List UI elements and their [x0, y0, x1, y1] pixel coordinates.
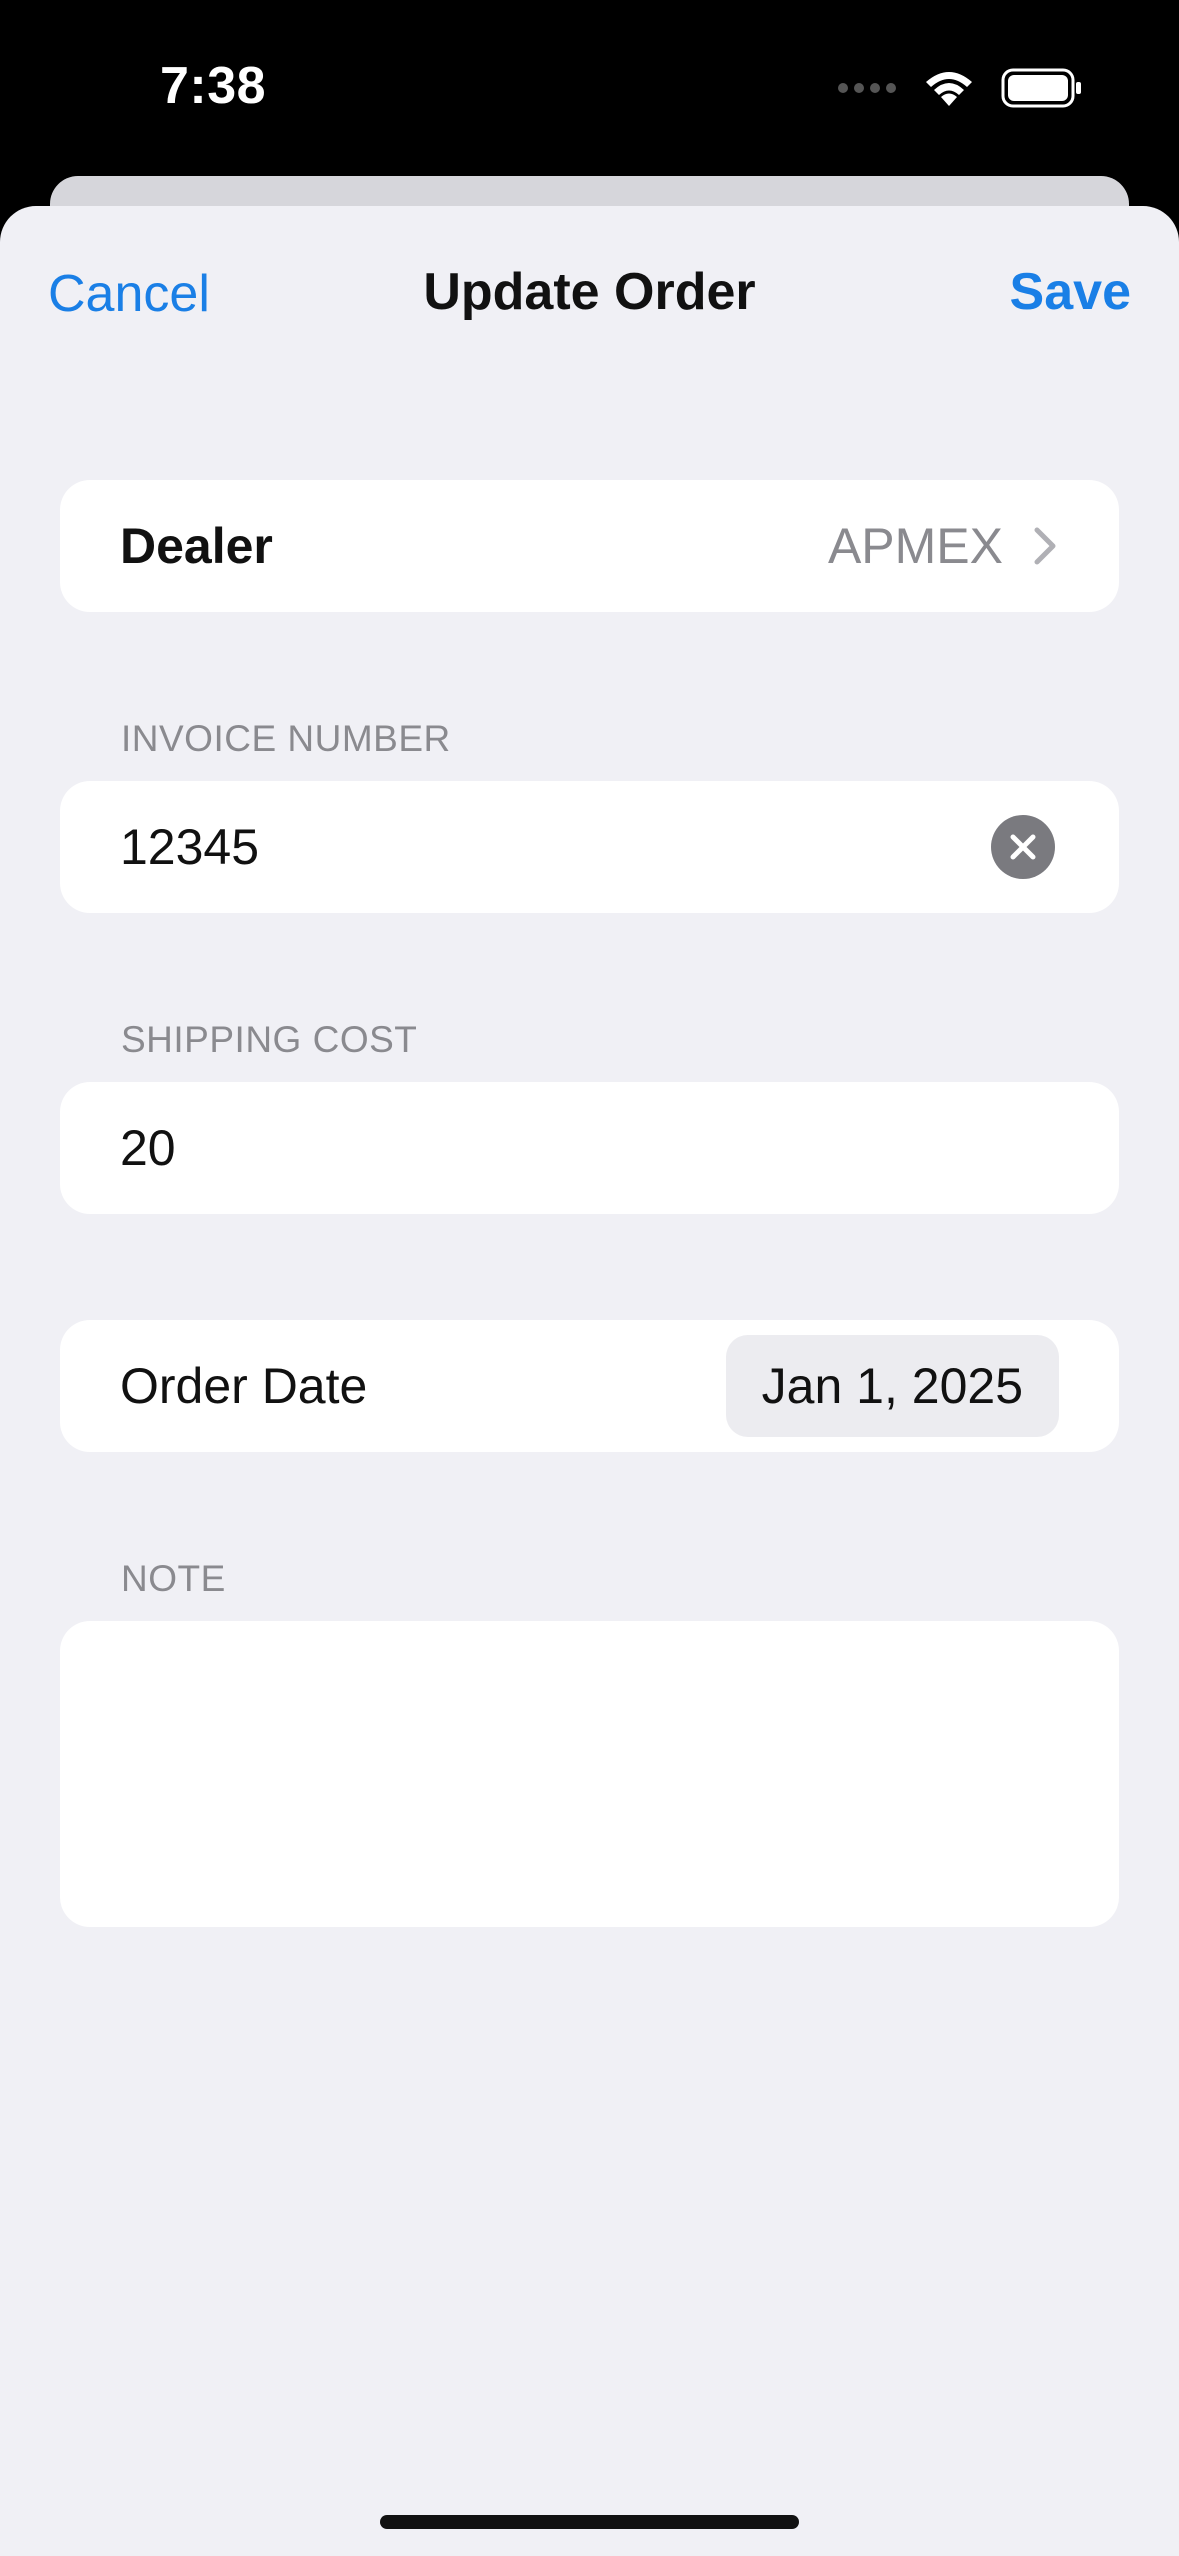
- dealer-row[interactable]: Dealer APMEX: [60, 480, 1119, 612]
- wifi-icon: [926, 72, 972, 106]
- save-button[interactable]: Save: [1010, 262, 1131, 322]
- dealer-value: APMEX: [827, 518, 1003, 574]
- order-date-label: Order Date: [120, 1358, 368, 1414]
- clear-icon: [1010, 834, 1036, 860]
- home-indicator: [380, 2515, 799, 2529]
- clear-invoice-button[interactable]: [991, 815, 1055, 879]
- cancel-button[interactable]: Cancel: [48, 264, 210, 324]
- note-textarea[interactable]: [60, 1621, 1119, 1927]
- shipping-cost-header: SHIPPING COST: [121, 1019, 418, 1060]
- battery-icon: [1001, 68, 1081, 108]
- shipping-cost-input[interactable]: 20: [120, 1119, 176, 1177]
- invoice-number-field[interactable]: 12345: [60, 781, 1119, 913]
- signal-icon: [838, 83, 896, 93]
- shipping-cost-field[interactable]: 20: [60, 1082, 1119, 1214]
- order-date-picker[interactable]: Jan 1, 2025: [725, 1335, 1059, 1437]
- invoice-number-input[interactable]: 12345: [120, 818, 259, 876]
- update-order-sheet: Update Order Cancel Save Dealer APMEX IN…: [0, 206, 1179, 2556]
- chevron-right-icon: [1034, 527, 1056, 565]
- status-time: 7:38: [160, 57, 267, 115]
- status-bar: 7:38: [0, 0, 1179, 180]
- invoice-number-header: INVOICE NUMBER: [121, 718, 451, 759]
- dealer-label: Dealer: [120, 518, 273, 574]
- order-date-row: Order Date Jan 1, 2025: [60, 1320, 1119, 1452]
- note-header: NOTE: [121, 1558, 226, 1599]
- status-icons: [837, 64, 1083, 112]
